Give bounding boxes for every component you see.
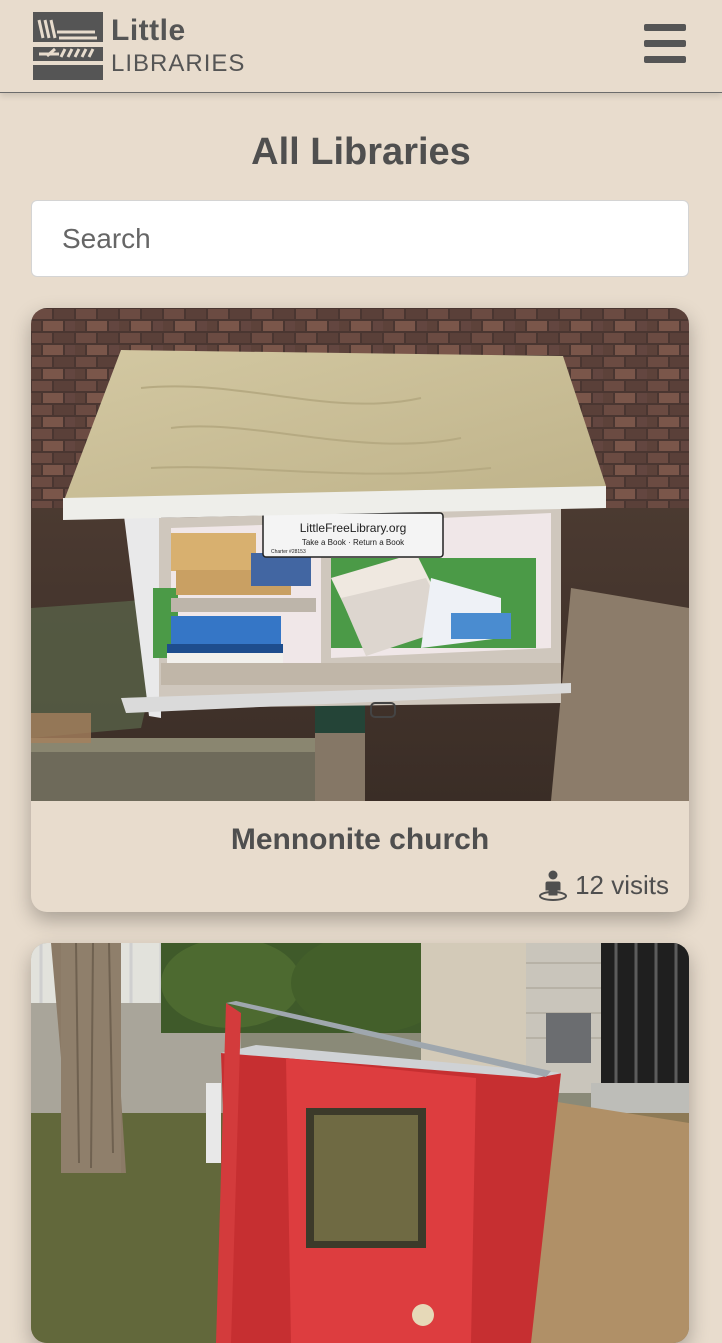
library-card[interactable]: [31, 943, 689, 1343]
hamburger-menu-icon: [644, 24, 686, 63]
sign-line-3: Charter #28153: [271, 549, 306, 555]
library-photo: [31, 943, 689, 1343]
library-photo: LittleFreeLibrary.org Take a Book · Retu…: [31, 308, 689, 801]
person-pin-icon: [539, 870, 568, 901]
search-input[interactable]: [31, 200, 689, 277]
library-card[interactable]: LittleFreeLibrary.org Take a Book · Retu…: [31, 308, 689, 912]
logo-subtitle: LIBRARIES: [111, 50, 246, 77]
bookshelf-logo-icon: [33, 12, 103, 80]
library-name: Mennonite church: [230, 823, 490, 856]
app-header: Little LIBRARIES: [0, 0, 722, 93]
page-title: All Libraries: [251, 131, 471, 173]
visits-count: 12 visits: [538, 868, 669, 902]
logo-title: Little: [111, 14, 186, 47]
little-libraries-logo[interactable]: Little LIBRARIES: [30, 8, 250, 84]
hamburger-menu-button[interactable]: [640, 24, 690, 66]
sign-line-2: Take a Book · Return a Book: [302, 538, 405, 547]
sign-line-1: LittleFreeLibrary.org: [300, 521, 407, 535]
visits-label: 12 visits: [575, 869, 669, 900]
